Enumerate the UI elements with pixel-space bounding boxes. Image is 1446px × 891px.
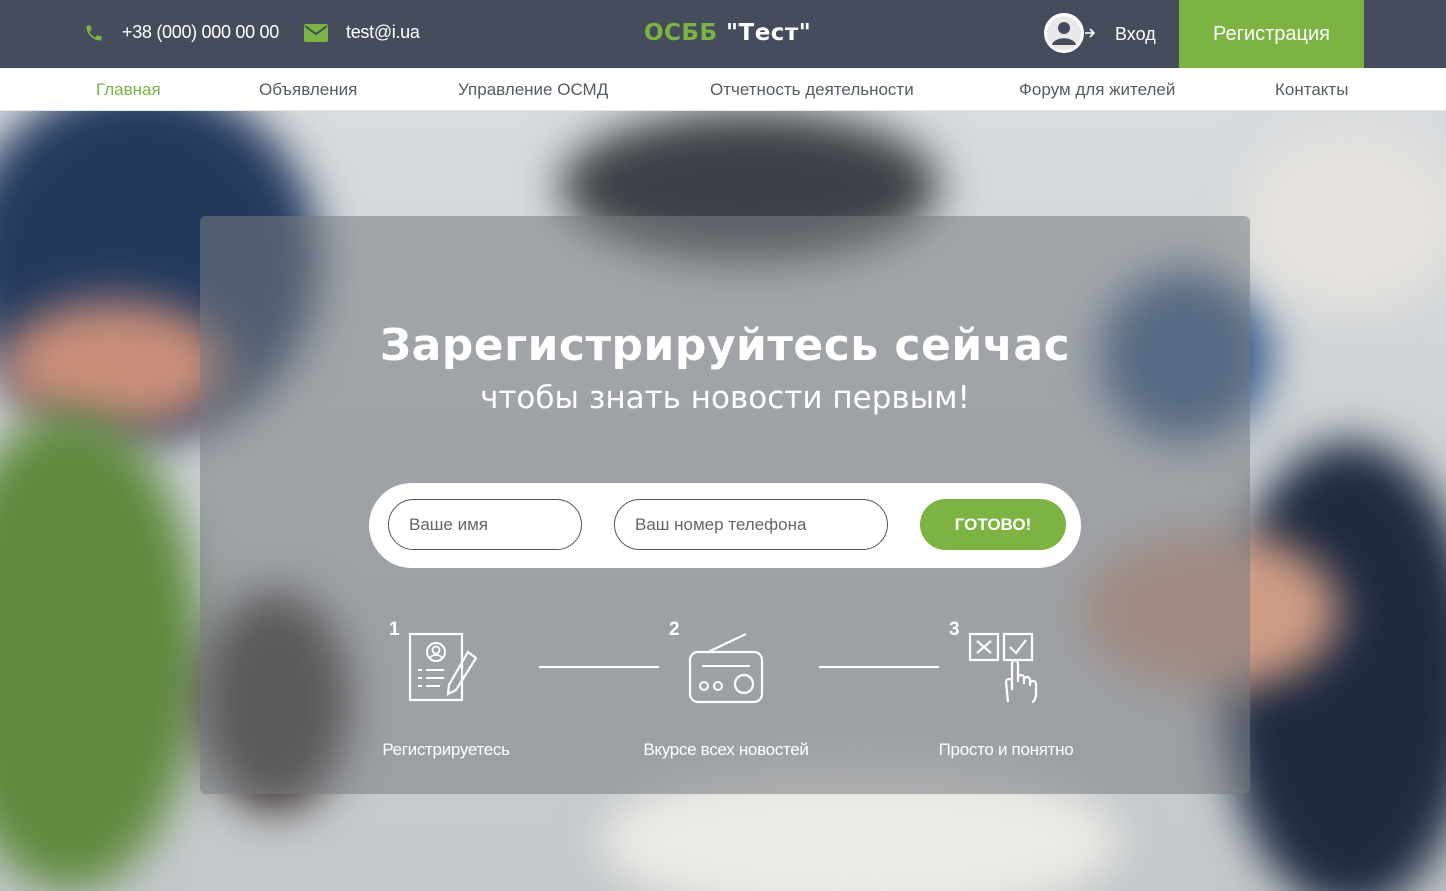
user-avatar-icon[interactable] — [1043, 12, 1099, 59]
email-address: test@i.ua — [346, 22, 420, 42]
step-number-2: 2 — [669, 619, 680, 640]
nav-item-announcements[interactable]: Объявления — [259, 80, 357, 100]
hero-subtitle: чтобы знать новости первым! — [480, 380, 970, 416]
step-connector-2 — [819, 666, 939, 668]
site-logo[interactable]: ОСББ "Тест" — [644, 20, 811, 46]
hero-title: Зарегистрируйтесь сейчас — [379, 320, 1071, 371]
radio-icon — [688, 633, 764, 704]
step-label-1: Регистрируетесь — [382, 740, 510, 759]
phone-contact[interactable]: +38 (000) 000 00 00 — [84, 22, 279, 43]
email-contact[interactable]: test@i.ua — [304, 22, 420, 43]
envelope-icon — [304, 23, 328, 42]
phone-number: +38 (000) 000 00 00 — [122, 22, 279, 42]
phone-input[interactable] — [614, 499, 888, 550]
signup-form: ГОТОВО! — [369, 483, 1081, 568]
step-number-1: 1 — [389, 619, 400, 640]
profile-form-icon — [408, 632, 478, 702]
name-input[interactable] — [388, 499, 582, 550]
register-button[interactable]: Регистрация — [1179, 0, 1364, 68]
logo-accent: ОСББ — [644, 20, 718, 46]
top-bar: +38 (000) 000 00 00 test@i.ua ОСББ "Тест… — [0, 0, 1446, 68]
step-connector-1 — [539, 666, 659, 668]
step-label-3: Просто и понятно — [938, 740, 1074, 759]
nav-item-home[interactable]: Главная — [96, 80, 161, 100]
logo-name: "Тест" — [726, 20, 812, 46]
checkbox-hand-icon — [968, 632, 1038, 704]
step-label-2: Вкурсе всех новостей — [643, 740, 809, 759]
nav-item-management[interactable]: Управление ОСМД — [458, 80, 608, 100]
step-number-3: 3 — [949, 619, 960, 640]
login-link[interactable]: Вход — [1115, 24, 1156, 45]
nav-item-contacts[interactable]: Контакты — [1275, 80, 1348, 100]
submit-button[interactable]: ГОТОВО! — [920, 499, 1066, 550]
main-nav: Главная Объявления Управление ОСМД Отчет… — [0, 68, 1446, 111]
nav-item-reports[interactable]: Отчетность деятельности — [710, 80, 914, 100]
nav-item-forum[interactable]: Форум для жителей — [1019, 80, 1175, 100]
phone-icon — [86, 25, 102, 40]
